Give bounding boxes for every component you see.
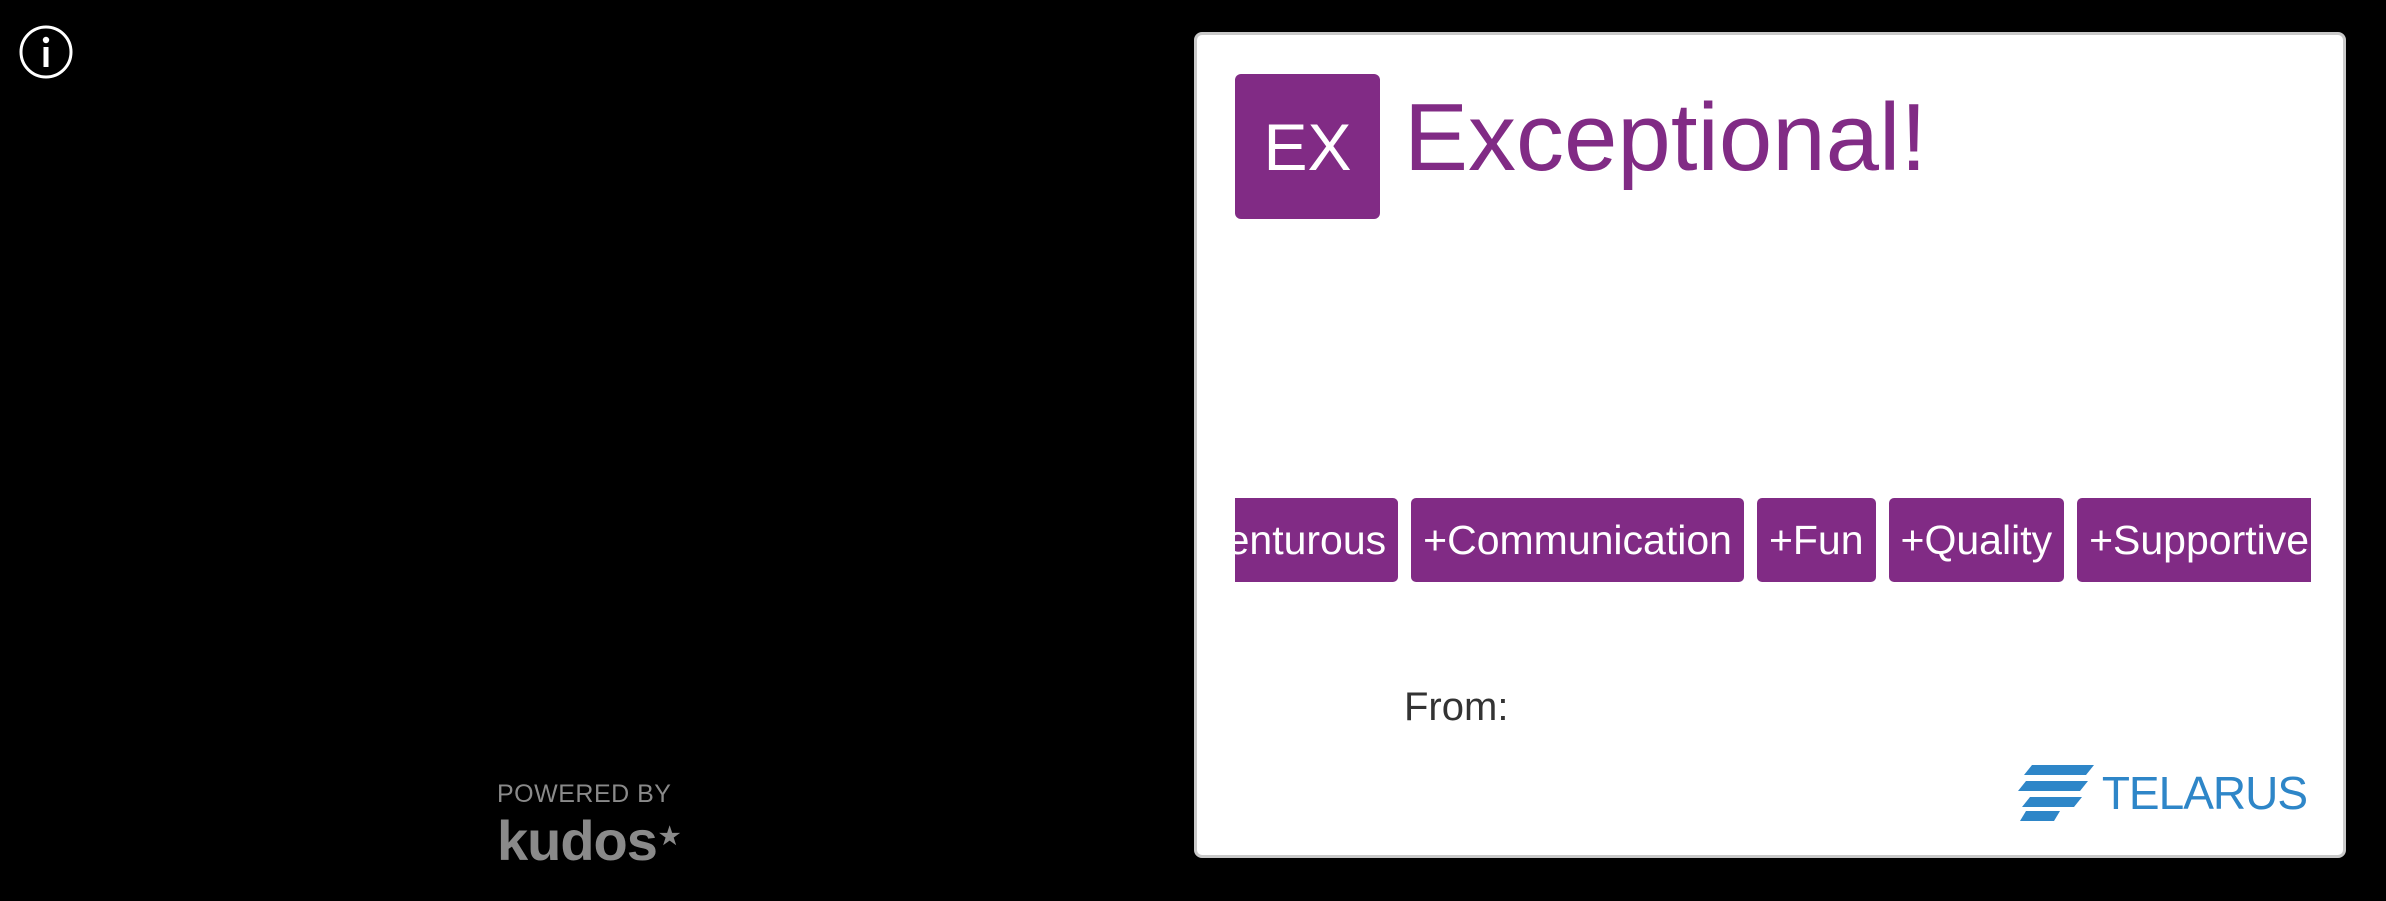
value-tags-carousel[interactable]: +Adventurous+Communication+Fun+Quality+S… — [1235, 498, 2311, 584]
award-title: Exceptional! — [1404, 84, 1927, 191]
value-tag[interactable]: +Fun — [1756, 498, 1876, 582]
telarus-wave-icon — [2017, 765, 2094, 821]
info-icon — [19, 25, 73, 79]
award-badge-text: EX — [1263, 109, 1352, 184]
value-tag[interactable]: +Quality — [1888, 498, 2065, 582]
value-tag[interactable]: +Supportive — [2077, 498, 2311, 582]
company-logo: TELARUS — [2016, 763, 2308, 823]
value-tag[interactable]: +Adventurous — [1235, 498, 1399, 582]
from-row: From: — [1404, 685, 1518, 730]
kudos-wordmark: kudos★ — [497, 813, 697, 869]
from-label: From: — [1404, 685, 1509, 729]
kudos-card: EX Exceptional! +Adventurous+Communicati… — [1194, 32, 2346, 858]
powered-by-logo[interactable]: POWERED BY kudos★ — [497, 780, 697, 869]
kudos-viewer: POWERED BY kudos★ EX Exceptional! +Adven… — [0, 0, 2386, 901]
award-badge: EX — [1235, 74, 1380, 219]
powered-by-label: POWERED BY — [497, 780, 672, 808]
company-logo-name: TELARUS — [2101, 767, 2308, 819]
star-icon: ★ — [658, 823, 680, 850]
kudos-brand-text: kudos — [497, 809, 658, 872]
value-tag[interactable]: +Communication — [1411, 498, 1744, 582]
info-button[interactable] — [19, 25, 73, 79]
value-tags-track: +Adventurous+Communication+Fun+Quality+S… — [1235, 498, 2311, 582]
